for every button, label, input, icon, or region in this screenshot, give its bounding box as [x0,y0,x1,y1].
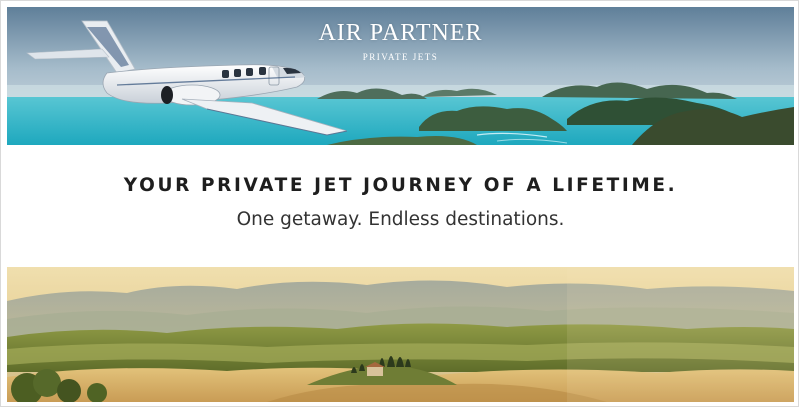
banner-subheadline: One getaway. Endless destinations. [236,208,565,230]
hero-image-jet-islands: AIR PARTNER PRIVATE JETS [7,7,794,145]
hero-image-tuscan-hills [7,267,794,402]
headline-section: YOUR PRIVATE JET JOURNEY OF A LIFETIME. … [7,145,794,267]
brand-name: AIR PARTNER [318,20,483,46]
banner-headline: YOUR PRIVATE JET JOURNEY OF A LIFETIME. [123,175,678,196]
brand-logo[interactable]: AIR PARTNER PRIVATE JETS [7,21,794,62]
brand-tagline: PRIVATE JETS [362,52,439,62]
email-banner: AIR PARTNER PRIVATE JETS YOUR PRIVATE JE… [0,0,799,407]
tuscan-hills-illustration [7,267,794,402]
